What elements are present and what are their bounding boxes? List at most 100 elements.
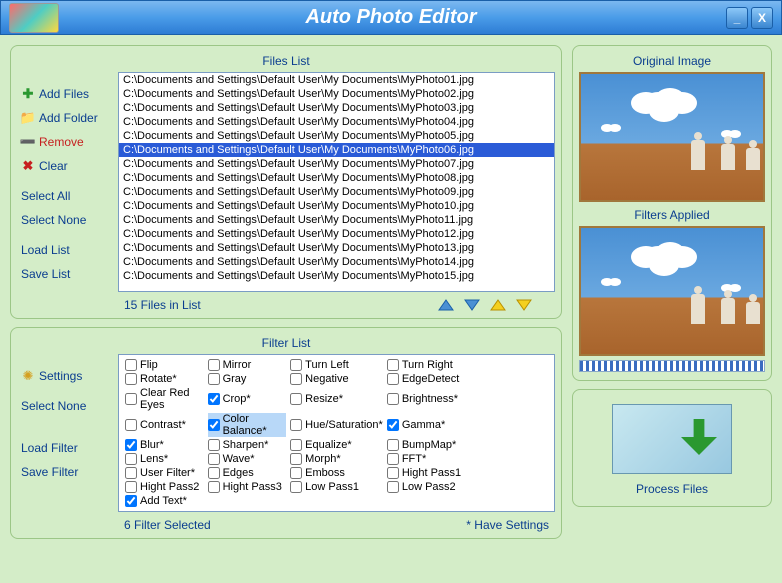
filter-checkbox[interactable]: EdgeDetect — [387, 373, 466, 385]
filter-checkbox[interactable]: Crop* — [208, 387, 287, 411]
filter-checkbox-input[interactable] — [125, 359, 137, 371]
load-filter-button[interactable]: Load Filter — [17, 436, 112, 460]
arrow-up-fill-icon[interactable] — [489, 298, 507, 312]
filter-checkbox-input[interactable] — [125, 467, 137, 479]
filter-checkbox[interactable]: Add Text* — [125, 495, 204, 507]
file-list-item[interactable]: C:\Documents and Settings\Default User\M… — [119, 115, 554, 129]
filter-checkbox-input[interactable] — [387, 467, 399, 479]
filter-checkbox[interactable]: Flip — [125, 359, 204, 371]
filter-checkbox-input[interactable] — [290, 453, 302, 465]
filter-checkbox-input[interactable] — [208, 419, 220, 431]
file-list-item[interactable]: C:\Documents and Settings\Default User\M… — [119, 269, 554, 283]
filter-checkbox-input[interactable] — [208, 373, 220, 385]
file-list-item[interactable]: C:\Documents and Settings\Default User\M… — [119, 171, 554, 185]
filter-checkbox-input[interactable] — [290, 373, 302, 385]
filter-checkbox[interactable]: Mirror — [208, 359, 287, 371]
filter-checkbox[interactable]: Wave* — [208, 453, 287, 465]
file-list-item[interactable]: C:\Documents and Settings\Default User\M… — [119, 73, 554, 87]
select-all-button[interactable]: Select All — [17, 184, 112, 208]
filter-checkbox-input[interactable] — [290, 393, 302, 405]
filter-checkbox[interactable]: Hue/Saturation* — [290, 413, 383, 437]
filter-checkbox[interactable]: Low Pass2 — [387, 481, 466, 493]
close-button[interactable]: X — [751, 7, 773, 29]
filter-checkbox[interactable]: Contrast* — [125, 413, 204, 437]
file-list-item[interactable]: C:\Documents and Settings\Default User\M… — [119, 185, 554, 199]
filter-checkbox-input[interactable] — [208, 359, 220, 371]
filter-checkbox-input[interactable] — [125, 373, 137, 385]
file-list-item[interactable]: C:\Documents and Settings\Default User\M… — [119, 227, 554, 241]
clear-button[interactable]: ✖ Clear — [17, 154, 112, 178]
settings-button[interactable]: ✺ Settings — [17, 364, 112, 388]
file-list-item[interactable]: C:\Documents and Settings\Default User\M… — [119, 199, 554, 213]
filter-checkbox-input[interactable] — [387, 359, 399, 371]
file-list-item[interactable]: C:\Documents and Settings\Default User\M… — [119, 129, 554, 143]
filter-select-none-button[interactable]: Select None — [17, 394, 112, 418]
filter-checkbox[interactable]: Edges — [208, 467, 287, 479]
filter-checkbox[interactable]: Morph* — [290, 453, 383, 465]
file-list-item[interactable]: C:\Documents and Settings\Default User\M… — [119, 143, 554, 157]
file-list-item[interactable]: C:\Documents and Settings\Default User\M… — [119, 241, 554, 255]
filter-checkbox[interactable]: Rotate* — [125, 373, 204, 385]
filter-checkbox-input[interactable] — [290, 419, 302, 431]
process-files-button[interactable]: Process Files — [583, 482, 761, 496]
filter-checkbox-input[interactable] — [208, 439, 220, 451]
filter-checkbox[interactable]: Color Balance* — [208, 413, 287, 437]
filter-checkbox[interactable]: FFT* — [387, 453, 466, 465]
filter-checkbox[interactable]: Low Pass1 — [290, 481, 383, 493]
arrow-up-icon[interactable] — [437, 298, 455, 312]
file-list-item[interactable]: C:\Documents and Settings\Default User\M… — [119, 255, 554, 269]
filter-checkbox-input[interactable] — [387, 453, 399, 465]
filter-checkbox[interactable]: Blur* — [125, 439, 204, 451]
filter-checkbox-input[interactable] — [125, 419, 137, 431]
filter-checkbox-input[interactable] — [125, 439, 137, 451]
filter-checkbox-input[interactable] — [208, 467, 220, 479]
filter-checkbox[interactable]: Hight Pass3 — [208, 481, 287, 493]
select-none-button[interactable]: Select None — [17, 208, 112, 232]
filter-checkbox[interactable]: Equalize* — [290, 439, 383, 451]
arrow-down-fill-icon[interactable] — [515, 298, 533, 312]
filter-checkbox-input[interactable] — [387, 481, 399, 493]
filter-checkbox[interactable]: Hight Pass1 — [387, 467, 466, 479]
filter-checkbox-input[interactable] — [387, 393, 399, 405]
filter-checkbox-input[interactable] — [290, 481, 302, 493]
filter-checkbox-input[interactable] — [387, 439, 399, 451]
filter-checkbox[interactable]: Hight Pass2 — [125, 481, 204, 493]
filter-checkbox[interactable]: Gray — [208, 373, 287, 385]
filter-checkbox-input[interactable] — [208, 393, 220, 405]
filter-checkbox-input[interactable] — [290, 359, 302, 371]
arrow-down-icon[interactable] — [463, 298, 481, 312]
file-list-item[interactable]: C:\Documents and Settings\Default User\M… — [119, 213, 554, 227]
filter-checkbox[interactable]: Resize* — [290, 387, 383, 411]
filter-checkbox-input[interactable] — [125, 495, 137, 507]
filter-checkbox-input[interactable] — [125, 393, 137, 405]
filter-checkbox[interactable]: Turn Right — [387, 359, 466, 371]
filter-checkbox[interactable]: Lens* — [125, 453, 204, 465]
file-list-item[interactable]: C:\Documents and Settings\Default User\M… — [119, 157, 554, 171]
save-list-button[interactable]: Save List — [17, 262, 112, 286]
filter-checkbox[interactable]: User Filter* — [125, 467, 204, 479]
filter-checkbox[interactable]: Emboss — [290, 467, 383, 479]
filter-checkbox[interactable]: Sharpen* — [208, 439, 287, 451]
load-list-button[interactable]: Load List — [17, 238, 112, 262]
file-list-item[interactable]: C:\Documents and Settings\Default User\M… — [119, 101, 554, 115]
filter-checkbox[interactable]: Clear Red Eyes — [125, 387, 204, 411]
filter-checkbox-input[interactable] — [387, 419, 399, 431]
minimize-button[interactable]: _ — [726, 7, 748, 29]
filter-checkbox[interactable]: BumpMap* — [387, 439, 466, 451]
add-folder-button[interactable]: 📁 Add Folder — [17, 106, 112, 130]
filter-checkbox-input[interactable] — [125, 453, 137, 465]
filter-checkbox-input[interactable] — [125, 481, 137, 493]
files-listbox[interactable]: C:\Documents and Settings\Default User\M… — [118, 72, 555, 292]
filter-checkbox[interactable]: Negative — [290, 373, 383, 385]
file-list-item[interactable]: C:\Documents and Settings\Default User\M… — [119, 87, 554, 101]
add-files-button[interactable]: ✚ Add Files — [17, 82, 112, 106]
save-filter-button[interactable]: Save Filter — [17, 460, 112, 484]
filter-checkbox-input[interactable] — [290, 467, 302, 479]
filter-checkbox-input[interactable] — [208, 481, 220, 493]
filter-checkbox[interactable]: Gamma* — [387, 413, 466, 437]
filter-checkbox-input[interactable] — [208, 453, 220, 465]
filter-checkbox[interactable]: Turn Left — [290, 359, 383, 371]
filter-checkbox-input[interactable] — [290, 439, 302, 451]
filter-checkbox[interactable]: Brightness* — [387, 387, 466, 411]
remove-button[interactable]: ➖ Remove — [17, 130, 112, 154]
